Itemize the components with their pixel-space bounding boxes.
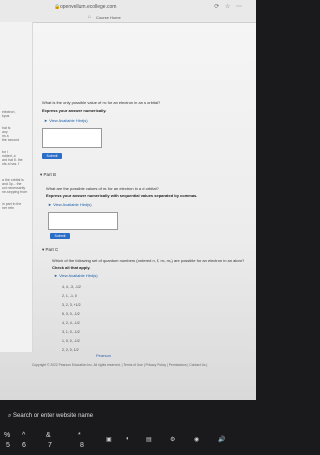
home-icon[interactable]: ⌂ (88, 14, 91, 20)
keyboard-key[interactable]: & (46, 432, 51, 439)
partB-hint-link[interactable]: ► View Available Hint(s) (48, 202, 92, 207)
partA-answer-input[interactable] (42, 128, 102, 148)
partB-answer-input[interactable] (48, 212, 118, 230)
address-bar[interactable]: openvellum.ecollege.com (60, 4, 116, 10)
toolbar-icons[interactable]: ⟳ ☆ ⋯ (214, 3, 244, 10)
option-6[interactable]: 3, 1, 0, -1/2 (62, 330, 80, 334)
keyboard-key[interactable]: 5 (6, 442, 10, 449)
strip-line: nts a has. f (2, 162, 20, 166)
keyboard-key[interactable]: ^ (22, 432, 25, 439)
option-8[interactable]: 2, 2, 0, 1/2 (62, 348, 79, 352)
course-home-link[interactable]: Course Home (96, 15, 121, 20)
option-2[interactable]: 2, 1, -1, 0 (62, 294, 77, 298)
partA-instruction: Express your answer numerically. (42, 108, 107, 113)
partA-hint-link[interactable]: ► View Available Hint(s) (44, 118, 88, 123)
taskbar-search[interactable]: ⌕ Search or enter website name (0, 410, 256, 426)
strip-line: kpus (2, 114, 10, 118)
strip-line: ne-sepping from (2, 190, 28, 194)
partA-submit-button[interactable]: Submit (42, 153, 62, 159)
search-input[interactable]: ⌕ Search or enter website name (8, 413, 93, 420)
partB-submit-button[interactable]: Submit (50, 233, 70, 239)
option-5[interactable]: 4, 2, 4, -1/2 (62, 321, 80, 325)
partB-instruction: Express your answer numerically with seq… (46, 193, 198, 198)
keyboard-key[interactable]: % (4, 432, 10, 439)
option-3[interactable]: 3, 2, 3, +1/2 (62, 303, 81, 307)
partC-check-all: Check all that apply. (52, 265, 91, 270)
strip-line: the second (2, 138, 20, 142)
pearson-logo: Pearson (96, 353, 111, 358)
left-panel: electron, kpus hat is any ns a the secon… (0, 22, 33, 352)
strip-line: ner retn (2, 206, 15, 210)
partA-question: What is the only possible value of mₗ fo… (42, 100, 161, 105)
browser-screen: 🔒 openvellum.ecollege.com ⟳ ☆ ⋯ ⌂ Course… (0, 0, 256, 400)
option-7[interactable]: 1, 0, 0, -1/2 (62, 339, 80, 343)
footer-copyright: Copyright © 2022 Pearson Education Inc. … (32, 363, 208, 367)
partB-label-text: Part B (43, 172, 57, 177)
option-1[interactable]: 4, 4, -3, -1/2 (62, 285, 81, 289)
keyboard-row: % 5 ^ 6 & 7 * 8 (0, 428, 256, 455)
keyboard-key[interactable]: 6 (22, 442, 26, 449)
partC-label-text: Part C (45, 247, 59, 252)
partB-label[interactable]: ▾ Part B (40, 172, 56, 178)
partC-question: Which of the following set of quantum nu… (52, 258, 245, 263)
search-input-text: Search or enter website name (13, 413, 94, 419)
partB-question: What are the possible values of mₗ for a… (46, 186, 159, 191)
assignment-content: What is the only possible value of mₗ fo… (32, 22, 256, 382)
option-4[interactable]: 5, 3, 0, -1/2 (62, 312, 80, 316)
keyboard-key[interactable]: * (78, 432, 81, 439)
browser-toolbar: 🔒 openvellum.ecollege.com ⟳ ☆ ⋯ ⌂ Course… (0, 0, 256, 23)
keyboard-key[interactable]: 8 (80, 442, 84, 449)
partC-hint-link[interactable]: ► View Available Hint(s) (54, 273, 98, 278)
keyboard-key[interactable]: 7 (48, 442, 52, 449)
partC-label[interactable]: ▾ Part C (42, 247, 58, 253)
